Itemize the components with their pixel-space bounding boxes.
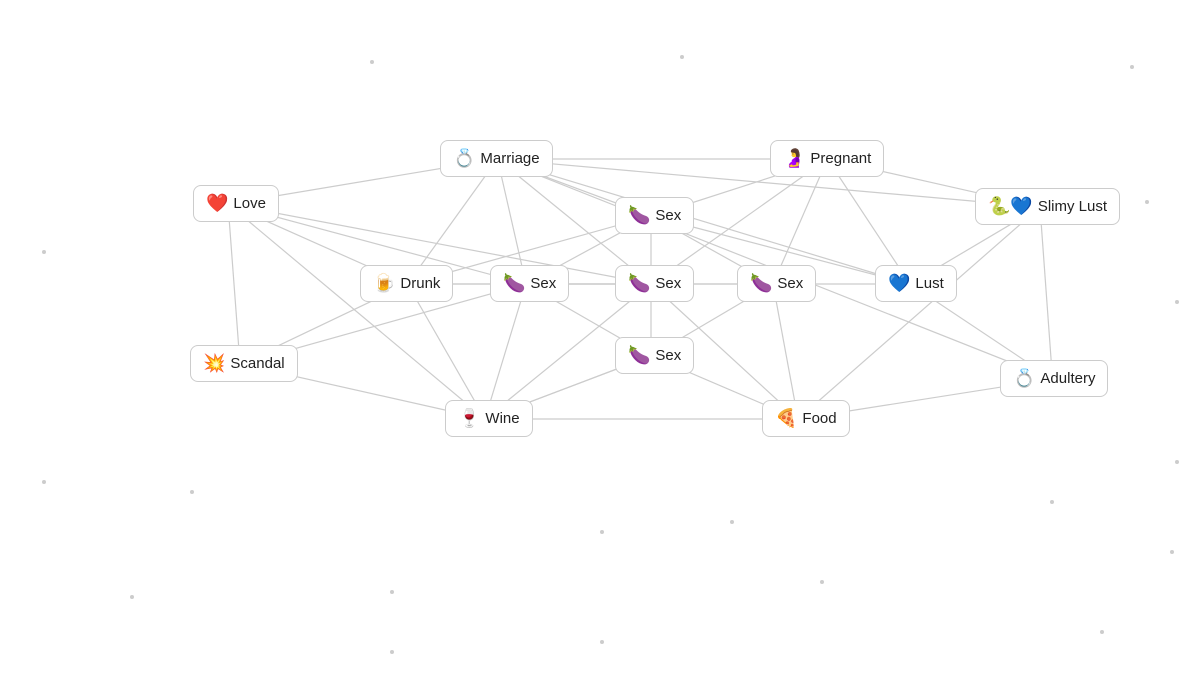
node-label-adultery: Adultery [1040, 370, 1095, 387]
node-label-marriage: Marriage [480, 150, 539, 167]
background-dot [680, 55, 684, 59]
connections-svg [0, 0, 1200, 675]
background-dot [1175, 460, 1179, 464]
background-dot [730, 520, 734, 524]
node-food[interactable]: 🍕 Food [762, 400, 850, 437]
background-dot [820, 580, 824, 584]
node-label-sex2: Sex [655, 207, 681, 224]
background-dot [600, 640, 604, 644]
node-sex3[interactable]: 🍆 Sex [615, 265, 694, 302]
node-icon-sex2: 🍆 [628, 205, 650, 226]
node-label-sex1: Sex [530, 275, 556, 292]
connection-line [485, 284, 526, 419]
background-dot [370, 60, 374, 64]
node-label-pregnant: Pregnant [810, 150, 871, 167]
background-dot [130, 595, 134, 599]
node-marriage[interactable]: 💍 Marriage [440, 140, 553, 177]
node-label-drunk: Drunk [400, 275, 440, 292]
connection-line [773, 284, 798, 419]
node-drunk[interactable]: 🍺 Drunk [360, 265, 453, 302]
node-icon-wine: 🍷 [458, 408, 480, 429]
node-lust[interactable]: 💙 Lust [875, 265, 957, 302]
connection-line [228, 204, 485, 419]
background-dot [390, 650, 394, 654]
background-dot [1100, 630, 1104, 634]
node-icon-sex4: 🍆 [628, 345, 650, 366]
background-dot [1050, 500, 1054, 504]
node-pregnant[interactable]: 🤰 Pregnant [770, 140, 884, 177]
node-label-sex4: Sex [655, 347, 681, 364]
node-sex5[interactable]: 🍆 Sex [737, 265, 816, 302]
node-icon-sex5: 🍆 [750, 273, 772, 294]
node-adultery[interactable]: 💍 Adultery [1000, 360, 1108, 397]
node-icon-marriage: 💍 [453, 148, 475, 169]
node-sex4[interactable]: 🍆 Sex [615, 337, 694, 374]
node-scandal[interactable]: 💥 Scandal [190, 345, 298, 382]
node-label-wine: Wine [485, 410, 519, 427]
background-dot [1130, 65, 1134, 69]
node-icon-love: ❤️ [206, 193, 228, 214]
node-icon-food: 🍕 [775, 408, 797, 429]
background-dot [1145, 200, 1149, 204]
background-dot [190, 490, 194, 494]
node-sex1[interactable]: 🍆 Sex [490, 265, 569, 302]
node-label-sex5: Sex [777, 275, 803, 292]
connection-line [228, 204, 240, 364]
node-label-lust: Lust [915, 275, 943, 292]
node-love[interactable]: ❤️ Love [193, 185, 279, 222]
node-label-love: Love [233, 195, 266, 212]
node-label-sex3: Sex [655, 275, 681, 292]
node-label-slimylust: Slimy Lust [1038, 198, 1107, 215]
node-icon-drunk: 🍺 [373, 273, 395, 294]
connection-line [408, 284, 486, 419]
background-dot [1175, 300, 1179, 304]
node-slimylust[interactable]: 🐍💙 Slimy Lust [975, 188, 1120, 225]
background-dot [1170, 550, 1174, 554]
node-icon-scandal: 💥 [203, 353, 225, 374]
background-dot [42, 250, 46, 254]
background-dot [390, 590, 394, 594]
background-dot [600, 530, 604, 534]
connection-line [498, 159, 1041, 207]
node-label-food: Food [802, 410, 836, 427]
node-label-scandal: Scandal [230, 355, 284, 372]
node-icon-sex3: 🍆 [628, 273, 650, 294]
node-icon-sex1: 🍆 [503, 273, 525, 294]
background-dot [42, 480, 46, 484]
node-icon-lust: 💙 [888, 273, 910, 294]
node-wine[interactable]: 🍷 Wine [445, 400, 533, 437]
node-icon-adultery: 💍 [1013, 368, 1035, 389]
node-sex2[interactable]: 🍆 Sex [615, 197, 694, 234]
connection-line [1040, 207, 1053, 379]
node-icon-pregnant: 🤰 [783, 148, 805, 169]
node-icon-slimylust: 🐍💙 [988, 196, 1033, 217]
